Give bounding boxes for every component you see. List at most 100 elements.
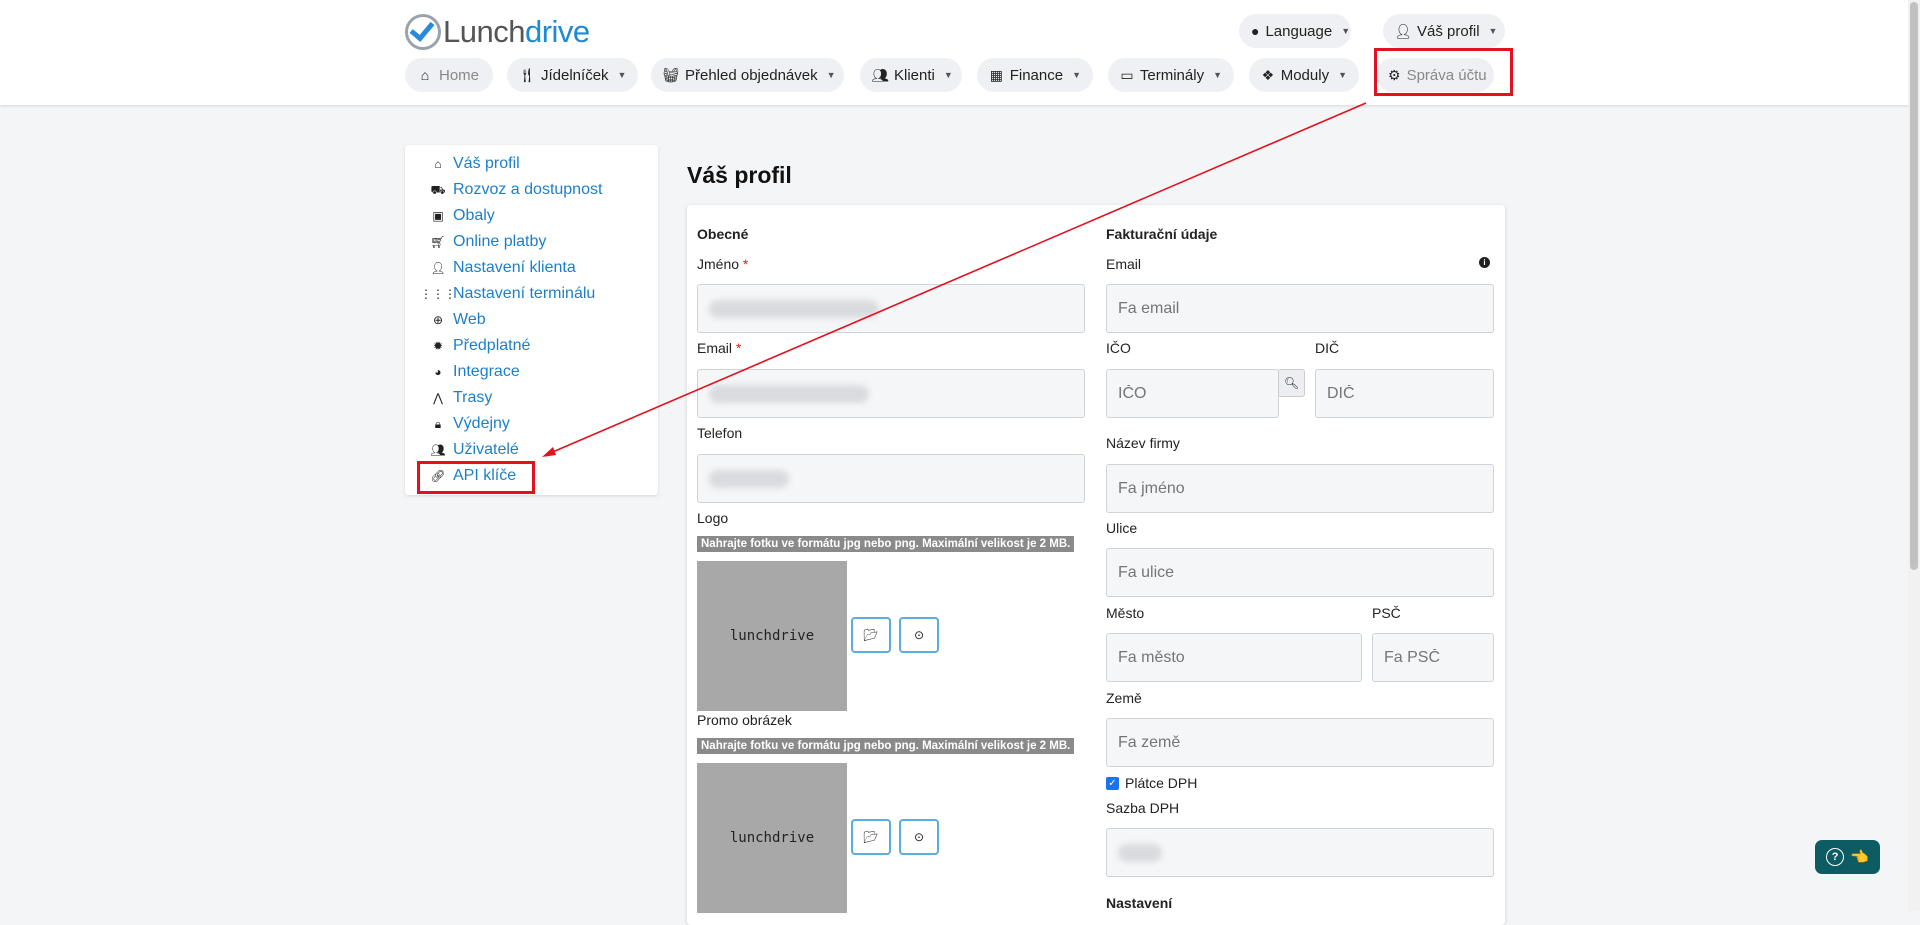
globe-icon: ● [1251,23,1260,39]
sidebar-item-pickup-points[interactable]: 🔒︎ Výdejny [431,412,510,436]
sidebar-item-terminal-settings[interactable]: ⋮⋮⋮ Nastavení terminálu [420,282,595,306]
top-bar: Lunchdrive ● Language ▼ 👤︎ Váš profil ▼ ⌂ H… [0,0,1920,105]
pointing-hand-icon: 👈 [1850,849,1869,866]
promo-upload-button[interactable]: ⊙ [899,819,939,855]
logo-browse-button[interactable]: 📂︎ [851,617,891,653]
sidebar-item-routes[interactable]: ⋀ Trasy [431,386,492,410]
nav-finance[interactable]: ▦ Finance ▼ [977,58,1093,92]
users-icon: 👥︎ [871,67,889,83]
company-name-input[interactable] [1106,464,1494,513]
general-heading: Obecné [697,226,749,242]
sidebar-item-subscription[interactable]: ✹ Předplatné [431,334,530,358]
name-label: Jméno * [697,256,749,272]
ico-label: IČO [1106,340,1131,356]
sidebar-item-online-payments[interactable]: 🛒︎ Online platby [430,230,546,254]
promo-image-preview: lunchdrive [697,763,847,913]
blurred-value [709,299,879,318]
upload-circle-icon: ⊙ [913,830,925,844]
home-icon: ⌂ [434,157,442,171]
vat-rate-input[interactable] [1106,828,1494,877]
user-icon: 👤︎ [1394,23,1412,39]
street-label: Ulice [1106,520,1138,536]
certificate-icon: ✹ [432,339,444,353]
caret-down-icon: ▼ [826,70,836,80]
phone-input[interactable] [697,454,1085,503]
profile-dropdown[interactable]: 👤︎ Váš profil ▼ [1383,14,1505,48]
gift-icon: ▣ [432,209,444,223]
promo-browse-button[interactable]: 📂︎ [851,819,891,855]
billing-heading: Fakturační údaje [1106,226,1218,242]
brand-name: Lunchdrive [443,14,590,49]
billing-email-label: Email [1106,256,1142,272]
folder-open-icon: 📂︎ [863,628,879,642]
language-dropdown[interactable]: ● Language ▼ [1239,14,1351,48]
highlight-box-account-settings [1374,48,1513,96]
grid-icon: ⋮⋮⋮ [420,287,456,301]
vat-payer-checkbox[interactable]: ✓ [1106,777,1119,790]
page-scrollbar[interactable] [1908,0,1920,911]
road-icon: ⋀ [433,391,443,405]
country-label: Země [1106,690,1142,706]
cart-icon: 🛒︎ [430,235,446,249]
blurred-value [709,384,869,403]
city-label: Město [1106,605,1145,621]
brand-logo[interactable]: Lunchdrive [405,14,590,50]
settings-sidebar: ⌂ Váš profil ⛟ Rozvoz a dostupnost ▣ Obaly … [405,145,658,495]
page-title: Váš profil [687,162,792,188]
promo-image-label: Promo obrázek [697,712,792,728]
logo-upload-hint: Nahrajte fotku ve formátu jpg nebo png. … [697,536,1075,552]
nav-klienti[interactable]: 👥︎ Klienti ▼ [860,58,962,92]
info-icon[interactable]: i [1479,257,1490,268]
sidebar-item-client-settings[interactable]: 👤︎ Nastavení klienta [430,256,575,280]
settings-heading: Nastavení [1106,895,1173,911]
folder-open-icon: 📂︎ [863,830,879,844]
street-input[interactable] [1106,548,1494,597]
caret-down-icon: ▼ [1341,26,1351,36]
nav-terminaly[interactable]: ▭ Terminály ▼ [1108,58,1234,92]
nav-moduly[interactable]: ❖ Moduly ▼ [1249,58,1359,92]
logo-upload-button[interactable]: ⊙ [899,617,939,653]
email-input[interactable] [697,369,1085,418]
nav-prehled-objednavek[interactable]: 🧺︎ Přehled objednávek ▼ [651,58,844,92]
phone-label: Telefon [697,425,743,441]
truck-icon: ⛟ [430,183,446,197]
upload-circle-icon: ⊙ [913,628,925,642]
dic-label: DIČ [1315,340,1340,356]
lock-icon: 🔒︎ [434,417,442,431]
logo-preview: lunchdrive [697,561,847,711]
sidebar-item-packaging[interactable]: ▣ Obaly [431,204,494,228]
caret-down-icon: ▼ [1338,70,1347,80]
country-input[interactable] [1106,718,1494,767]
nav-jidelnicek[interactable]: 🍴︎ Jídelníček ▼ [507,58,638,92]
sidebar-item-delivery[interactable]: ⛟ Rozvoz a dostupnost [430,178,602,202]
sidebar-item-profile[interactable]: ⌂ Váš profil [431,152,519,176]
promo-upload-hint: Nahrajte fotku ve formátu jpg nebo png. … [697,738,1075,754]
scrollbar-thumb[interactable] [1910,2,1918,570]
zip-input[interactable] [1372,633,1494,682]
nav-home[interactable]: ⌂ Home [405,58,493,92]
vat-rate-label: Sazba DPH [1106,800,1180,816]
billing-email-input[interactable] [1106,284,1494,333]
email-label: Email * [697,340,742,356]
caret-down-icon: ▼ [943,70,953,80]
dic-input[interactable] [1315,369,1494,418]
ico-search-button[interactable]: 🔍︎ [1278,369,1305,397]
user-icon: 👤︎ [430,261,446,275]
question-icon: ? [1826,848,1845,866]
help-widget-button[interactable]: ? 👈 [1815,840,1880,874]
blurred-value [709,469,789,488]
globe-americas-icon: ◕ [434,365,442,379]
company-name-label: Název firmy [1106,435,1180,451]
caret-down-icon: ▼ [1213,70,1222,80]
caret-down-icon: ▼ [1072,70,1081,80]
logo-label: Logo [697,510,729,526]
city-input[interactable] [1106,633,1362,682]
basket-icon: 🧺︎ [662,67,680,83]
users-icon: 👥︎ [430,443,446,457]
sidebar-item-integration[interactable]: ◕ Integrace [431,360,519,384]
sidebar-item-users[interactable]: 👥︎ Uživatelé [430,438,518,462]
name-input[interactable] [697,284,1085,333]
highlight-box-api-keys [417,461,535,494]
sidebar-item-web[interactable]: ⊕ Web [431,308,486,332]
ico-input[interactable] [1106,369,1279,418]
